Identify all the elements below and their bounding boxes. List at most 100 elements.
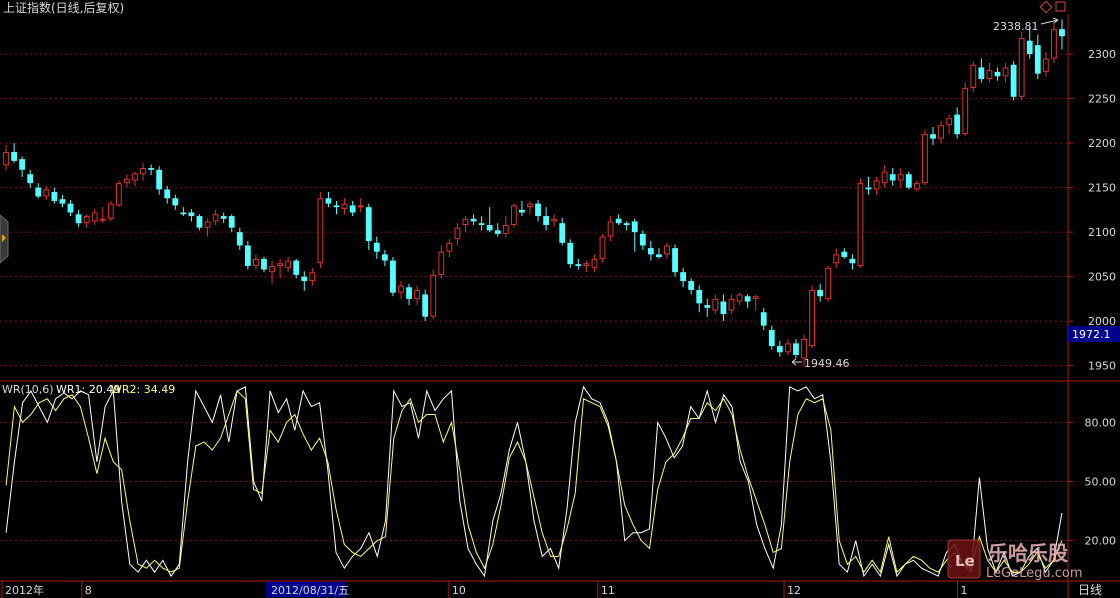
candle	[478, 216, 485, 231]
candle	[486, 207, 493, 233]
price-tick-label: 2200	[1088, 137, 1116, 150]
candle-body-down	[793, 343, 799, 355]
candle-body-up	[599, 236, 606, 259]
candle-body-down	[349, 205, 356, 213]
price-tick-label: 2150	[1088, 182, 1116, 195]
candle	[946, 114, 953, 135]
candle-body-up	[607, 221, 614, 237]
candle	[1002, 62, 1009, 83]
candle	[527, 200, 533, 215]
candle	[43, 185, 50, 201]
candle	[873, 176, 880, 195]
candle-body-down	[567, 242, 574, 265]
x-tick-label: 2012/08/31/五	[271, 584, 349, 597]
candle-body-up	[285, 260, 292, 268]
candle	[156, 166, 163, 195]
candle	[672, 244, 678, 277]
candle-body-down	[236, 232, 243, 246]
candle-body-down	[760, 312, 767, 326]
candle	[849, 254, 856, 270]
candle-body-down	[776, 346, 783, 353]
candle-body-down	[220, 216, 227, 219]
candle-body-down	[688, 281, 695, 290]
candle	[793, 338, 799, 359]
candle-body-up	[833, 254, 840, 264]
candle	[406, 283, 412, 306]
candle	[67, 200, 74, 217]
candle-body-down	[930, 134, 936, 139]
candle-body-up	[132, 173, 138, 181]
window-restore-icon[interactable]	[1055, 1, 1066, 12]
candle	[494, 223, 501, 237]
chart-title: 上证指数(日线,后复权)	[3, 0, 124, 15]
candle	[768, 325, 775, 350]
candle	[438, 245, 445, 279]
candle-body-down	[67, 203, 74, 213]
candle-body-down	[486, 224, 493, 231]
candle-body-down	[333, 205, 340, 208]
candle	[188, 208, 195, 222]
candle	[631, 218, 638, 252]
candle-body-down	[978, 67, 985, 79]
side-panel-toggle[interactable]	[0, 214, 9, 264]
candle	[285, 257, 292, 273]
candle-body-up	[986, 70, 993, 79]
price-tick-label: 2100	[1088, 226, 1116, 239]
wr-lines	[5, 385, 1063, 578]
wr1-line	[5, 385, 1063, 578]
high-annotation: 2338.81	[993, 20, 1039, 33]
candle	[680, 267, 687, 288]
candle	[776, 340, 783, 357]
wr-tick-label: 50.00	[1085, 476, 1117, 489]
candle	[454, 223, 461, 246]
candle-body-up	[946, 118, 953, 126]
stock-chart[interactable]: 23002250220021502100205020001950 80.0050…	[0, 0, 1120, 598]
candle-body-down	[470, 218, 477, 222]
candle	[220, 212, 227, 224]
candle	[591, 254, 598, 273]
candle-body-down	[11, 151, 17, 161]
watermark-text: 乐哈乐股	[988, 541, 1068, 565]
candle-body-up	[317, 198, 324, 264]
candle	[164, 185, 171, 204]
candle-body-down	[1026, 40, 1033, 55]
candle-body-down	[889, 174, 896, 181]
candle-body-up	[664, 245, 670, 255]
candle	[978, 58, 985, 83]
candle-body-up	[83, 216, 90, 224]
candle-body-up	[204, 221, 211, 228]
date-x-axis: 2012年 8 2012/08/31/五 10 11 12 1	[1, 581, 967, 598]
candle	[656, 248, 662, 259]
candle-body-up	[881, 171, 888, 184]
candle-body-down	[656, 254, 662, 258]
candle-body-up	[3, 151, 9, 166]
candle-body-up	[913, 183, 920, 190]
candle	[543, 207, 549, 231]
candle	[390, 257, 396, 297]
candle-body-down	[148, 168, 155, 170]
candle-body-down	[744, 296, 751, 302]
candle	[107, 200, 114, 222]
candle	[115, 180, 122, 208]
candle	[19, 156, 26, 177]
candle-body-down	[696, 289, 703, 304]
settings-diamond-icon[interactable]	[1039, 0, 1053, 14]
candle-body-down	[27, 174, 34, 184]
candle-body-down	[865, 187, 872, 190]
candle-body-down	[494, 230, 501, 234]
candle-body-up	[736, 294, 743, 302]
candle-body-down	[261, 258, 267, 270]
candle-body-down	[422, 294, 429, 317]
candle-body-up	[212, 214, 219, 222]
candle	[212, 209, 219, 225]
candle	[381, 249, 388, 266]
candle-body-down	[905, 174, 912, 188]
candle-body-up	[269, 265, 275, 273]
candle	[446, 239, 453, 258]
candle	[502, 216, 509, 238]
candle	[301, 271, 308, 291]
candle	[696, 285, 703, 313]
candle	[333, 200, 340, 215]
wr-tick-label: 80.00	[1085, 416, 1117, 429]
period-label[interactable]: 日线	[1078, 583, 1102, 597]
